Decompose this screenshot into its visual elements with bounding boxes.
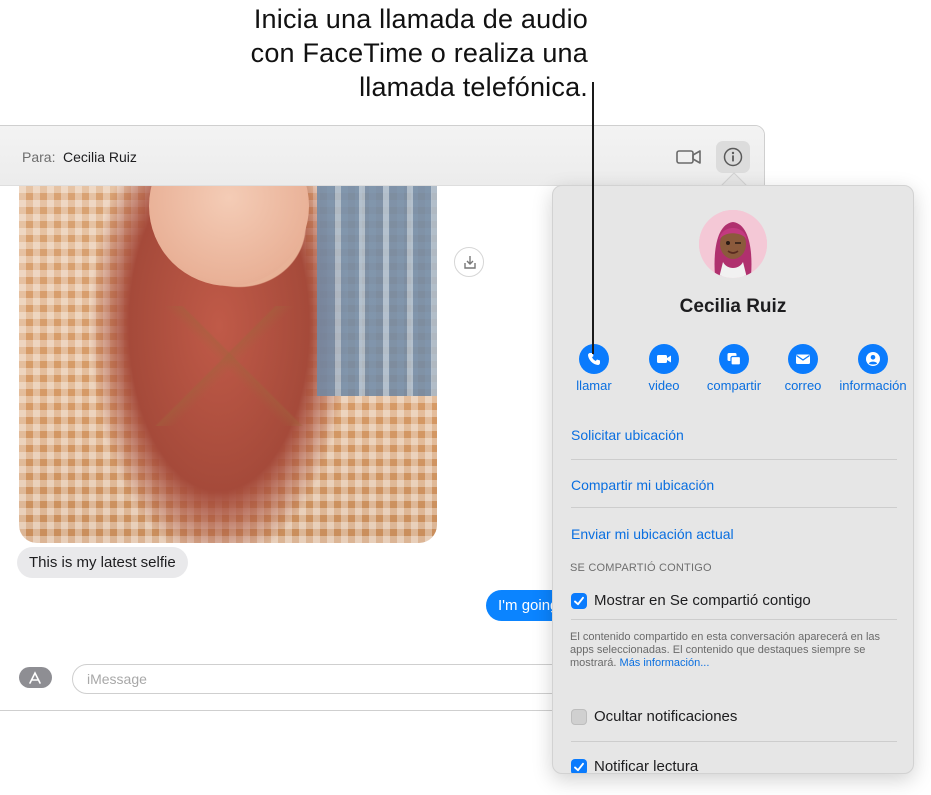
checkbox-unchecked[interactable] bbox=[571, 709, 587, 725]
mail-label: correo bbox=[784, 378, 822, 393]
checkbox-checked[interactable] bbox=[571, 759, 587, 773]
phone-icon bbox=[588, 353, 600, 365]
contact-name: Cecilia Ruiz bbox=[679, 296, 787, 317]
share-location-link[interactable]: Compartir mi ubicación bbox=[571, 477, 714, 493]
call-label: llamar bbox=[576, 378, 612, 393]
video-camera-icon bbox=[676, 150, 701, 164]
divider bbox=[571, 507, 897, 508]
message-input[interactable]: iMessage bbox=[72, 664, 572, 694]
selfie-photo[interactable] bbox=[19, 186, 437, 543]
share-screen-icon bbox=[727, 353, 742, 366]
divider bbox=[571, 459, 897, 460]
checkmark-icon bbox=[574, 762, 584, 772]
memoji-icon bbox=[699, 210, 767, 278]
details-button[interactable] bbox=[716, 141, 750, 173]
download-icon bbox=[464, 256, 476, 269]
mail-button[interactable]: correo bbox=[763, 344, 843, 393]
mail-icon bbox=[796, 354, 810, 364]
details-panel: Cecilia Ruiz llamar video compartir corr… bbox=[552, 185, 914, 774]
read-receipts-label: Notificar lectura bbox=[594, 758, 699, 774]
send-location-link[interactable]: Enviar mi ubicación actual bbox=[571, 526, 734, 542]
callout-line-1: Inicia una llamada de audio bbox=[253, 4, 588, 34]
contact-info-button[interactable]: información bbox=[833, 344, 913, 393]
show-shared-label: Mostrar en Se compartió contigo bbox=[594, 592, 811, 609]
callout-line-2: con FaceTime o realiza una bbox=[250, 38, 588, 68]
shared-with-you-header: SE COMPARTIÓ CONTIGO bbox=[570, 562, 712, 574]
video-button[interactable]: video bbox=[624, 344, 704, 393]
divider bbox=[571, 619, 897, 620]
divider bbox=[571, 741, 897, 742]
person-icon bbox=[866, 352, 880, 366]
callout-leader-line bbox=[592, 82, 594, 354]
app-store-icon bbox=[29, 671, 41, 684]
request-location-link[interactable]: Solicitar ubicación bbox=[571, 427, 684, 443]
conversation-header: Para: Cecilia Ruiz bbox=[0, 126, 764, 186]
info-label: información bbox=[839, 378, 907, 393]
share-label: compartir bbox=[706, 378, 762, 393]
share-screen-button[interactable]: compartir bbox=[694, 344, 774, 393]
facetime-video-button[interactable] bbox=[675, 146, 703, 168]
info-icon bbox=[723, 147, 743, 167]
photo-background bbox=[317, 186, 437, 396]
checkmark-icon bbox=[574, 596, 584, 606]
app-store-button[interactable] bbox=[19, 667, 52, 688]
recipient-name[interactable]: Cecilia Ruiz bbox=[63, 149, 137, 165]
save-photo-button[interactable] bbox=[454, 247, 484, 277]
shared-description: El contenido compartido en esta conversa… bbox=[570, 631, 900, 670]
callout-text: Inicia una llamada de audio con FaceTime… bbox=[168, 2, 588, 104]
photo-face bbox=[149, 186, 309, 286]
video-label: video bbox=[648, 378, 680, 393]
more-info-link[interactable]: Más información... bbox=[620, 657, 710, 669]
call-button[interactable]: llamar bbox=[554, 344, 634, 393]
shared-description-text: El contenido compartido en esta conversa… bbox=[570, 631, 881, 669]
contact-avatar bbox=[699, 210, 767, 278]
incoming-message[interactable]: This is my latest selfie bbox=[17, 547, 188, 578]
checkbox-checked[interactable] bbox=[571, 593, 587, 609]
callout-line-3: llamada telefónica. bbox=[359, 72, 588, 102]
hide-alerts-label: Ocultar notificaciones bbox=[594, 708, 738, 725]
photo-collar bbox=[139, 306, 319, 426]
video-icon bbox=[657, 355, 671, 363]
to-label: Para: bbox=[22, 149, 56, 165]
